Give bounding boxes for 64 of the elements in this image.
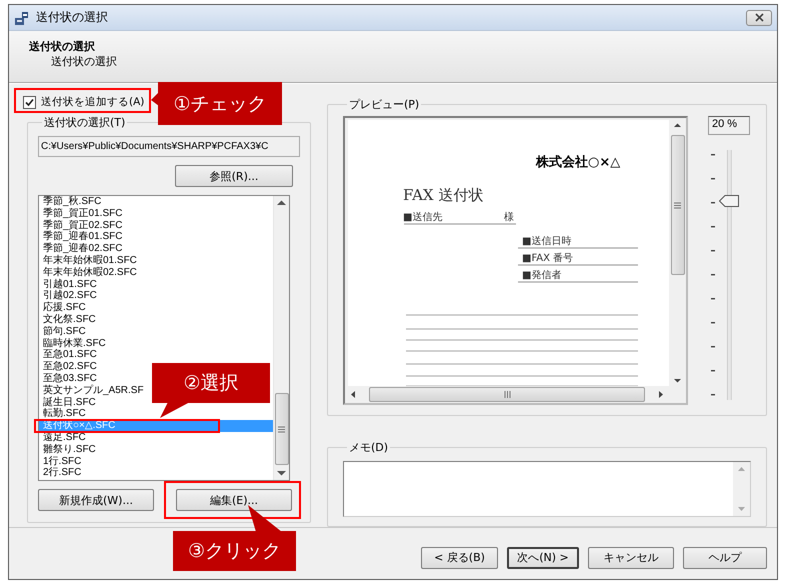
list-item[interactable]: 1行.SFC [39, 456, 82, 468]
list-item[interactable]: 季節_賀正01.SFC [39, 208, 122, 220]
grip-icon [278, 426, 285, 432]
slider-thumb[interactable] [719, 195, 739, 208]
list-item[interactable]: 季節_迎春01.SFC [39, 231, 122, 244]
field-label: ■発信者 [522, 270, 562, 281]
list-item[interactable]: 2行.SFC [39, 467, 82, 480]
list-item[interactable]: 臨時休業.SFC [39, 338, 106, 350]
checkbox-label: 送付状を追加する(A) [41, 95, 144, 109]
grip-icon [504, 391, 510, 398]
button[interactable]: 新規作成(W)... [38, 489, 154, 511]
list-item[interactable]: 年末年始休暇02.SFC [39, 266, 137, 279]
scrollbar[interactable] [733, 462, 750, 516]
list-item[interactable]: 引越02.SFC [39, 290, 97, 302]
button[interactable]: キャンセル [588, 546, 674, 568]
button[interactable]: 編集(E)... [176, 489, 292, 511]
page-subtitle: 送付状の選択 [50, 54, 118, 69]
field-label: 様 [504, 212, 514, 223]
list-item[interactable]: 文化祭.SFC [39, 314, 96, 326]
list-item[interactable]: 年末年始休暇01.SFC [39, 254, 137, 267]
callout: ①チェック [158, 82, 282, 125]
memo-field[interactable] [343, 460, 751, 517]
scroll-thumb[interactable] [274, 393, 288, 465]
group-label: 送付状の選択(T) [43, 115, 126, 130]
callout-pointer [248, 505, 282, 532]
check-icon [25, 98, 34, 106]
list-item[interactable]: 至急02.SFC [39, 361, 97, 373]
list-item[interactable]: 至急01.SFC [39, 349, 97, 362]
fax-icon [14, 10, 30, 26]
group-label: プレビュー(P) [348, 97, 420, 112]
scroll-down-icon [737, 506, 746, 513]
field-label: ■FAX 番号 [522, 253, 574, 264]
field-label: ■送信日時 [522, 236, 572, 247]
list-item[interactable]: 転勤.SFC [39, 408, 86, 420]
page-title: 送付状の選択 [29, 39, 96, 54]
button[interactable]: < 戻る(B) [421, 546, 498, 568]
group-label: メモ(D) [348, 440, 390, 455]
list-item[interactable]: 英文サンプル_A5R.SF [39, 384, 144, 397]
list-item[interactable]: 節句.SFC [39, 326, 86, 338]
checkbox[interactable] [23, 96, 36, 108]
list-item[interactable]: 季節_迎春02.SFC [39, 243, 122, 255]
grip-icon [674, 202, 681, 208]
scroll-thumb[interactable] [670, 135, 684, 275]
list-item[interactable]: 誕生日.SFC [39, 396, 96, 408]
browse-button[interactable]: 参照(R)... [175, 165, 293, 187]
list-item[interactable]: 季節_賀正02.SFC [39, 220, 122, 232]
path-field[interactable]: C:¥Users¥Public¥Documents¥SHARP¥PCFAX3¥C [38, 136, 300, 157]
scrollbar[interactable] [273, 196, 289, 480]
list-item[interactable]: 応援.SFC [39, 302, 86, 314]
button[interactable]: 次へ(N) > [507, 546, 579, 568]
document-title: FAX 送付状 [403, 186, 484, 204]
scroll-up-icon [737, 464, 746, 472]
list-item[interactable]: 至急03.SFC [39, 372, 97, 385]
zoom-field[interactable]: 20 % [708, 116, 750, 135]
list-item[interactable]: 季節_秋.SFC [39, 196, 102, 208]
close-button[interactable] [746, 10, 772, 26]
button[interactable]: ヘルプ [683, 546, 767, 568]
close-icon [754, 13, 764, 22]
scroll-thumb[interactable] [369, 387, 645, 402]
window-title: 送付状の選択 [36, 9, 109, 26]
company-name: 株式会社○×△ [536, 155, 620, 170]
list-item[interactable]: 雛祭り.SFC [39, 444, 96, 456]
list-item[interactable]: 引越01.SFC [39, 278, 97, 290]
field-label: ■送信先 [403, 212, 442, 223]
